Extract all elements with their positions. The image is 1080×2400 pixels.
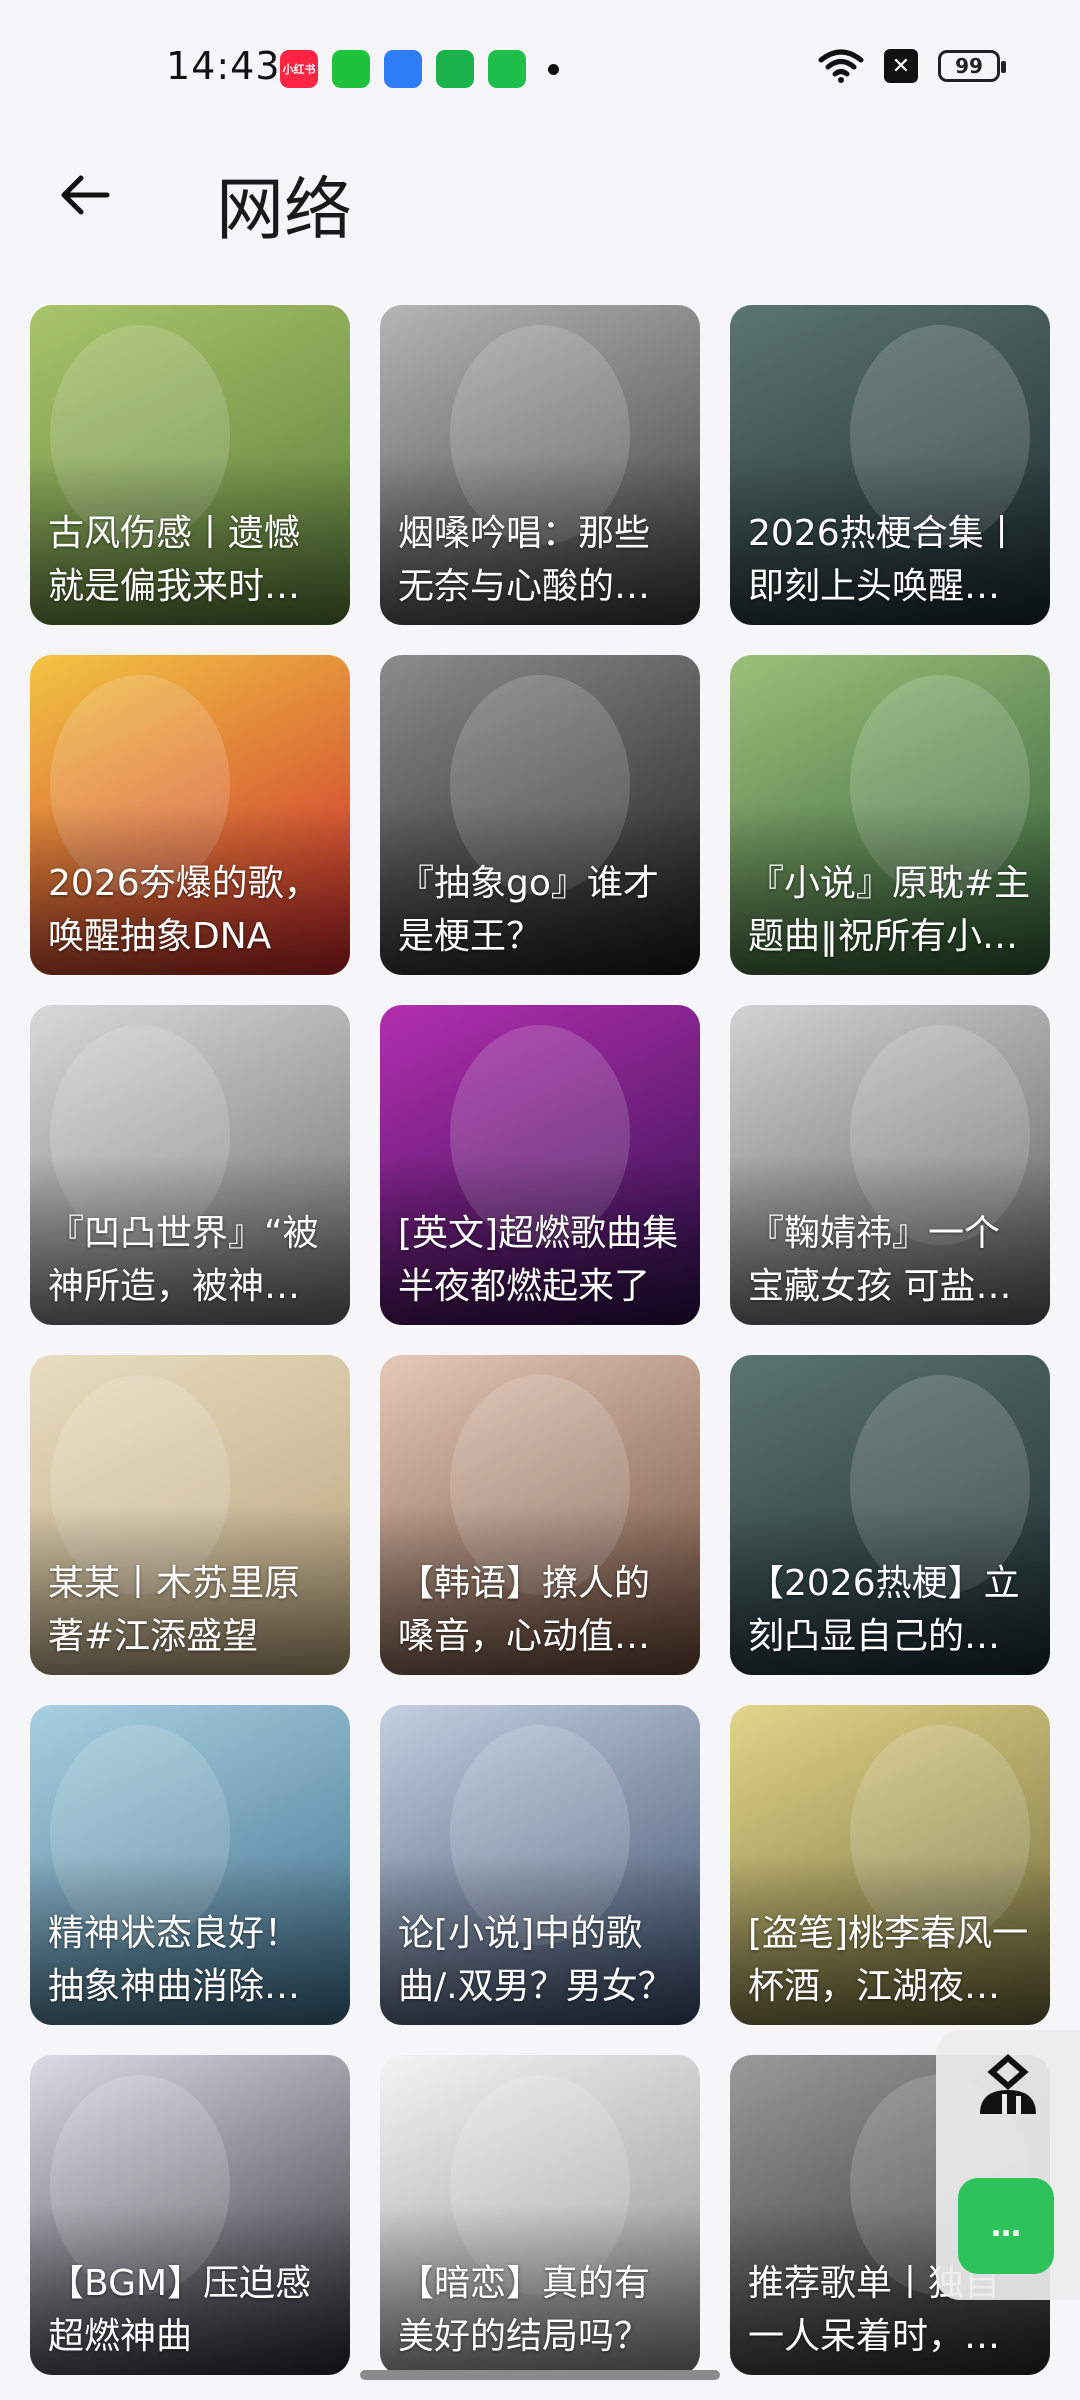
playlist-title: 【2026热梗】立刻凸显自己的抽象 [748,1563,1020,1657]
battery-level: 99 [955,54,983,78]
playlist-title: 『凹凸世界』“被神所造，被神所弃” [48,1213,319,1307]
playlist-title: 烟嗓吟唱：那些无奈与心酸的人生 [398,513,651,607]
playlist-card[interactable]: 『小说』原耽#主题曲‖祝所有小说结局圆满 [730,655,1050,975]
status-right: ✕ 99 [818,48,1006,84]
playlist-card[interactable]: [盗笔]桃李春风一杯酒，江湖夜雨十年灯 [730,1705,1050,2025]
page-title: 网络 [216,171,353,250]
playlist-title: 【韩语】撩人的嗓音，心动值拉满 [398,1563,651,1657]
floating-widget[interactable]: … [936,2030,1080,2300]
playlist-card[interactable]: 论[小说]中的歌曲/.双男？男女？ [380,1705,700,2025]
no-sim-icon: ✕ [884,49,918,83]
playlist-title: 『鞠婧祎』一个宝藏女孩 可盐可甜 [748,1213,1012,1307]
status-bar: 14:43 小红书 ✕ 99 [0,0,1080,136]
wechat-mini-icon [332,50,370,88]
xiaohongshu-icon: 小红书 [280,50,318,88]
playlist-title: 『小说』原耽#主题曲‖祝所有小说结局圆满 [748,863,1031,957]
playlist-card[interactable]: 烟嗓吟唱：那些无奈与心酸的人生 [380,305,700,625]
playlist-card[interactable]: 2026热梗合集丨即刻上头唤醒你的DNA [730,305,1050,625]
playlist-card[interactable]: 2026夯爆的歌，唤醒抽象DNA [30,655,350,975]
playlist-card[interactable]: 某某丨木苏里原著#江添盛望 [30,1355,350,1675]
playlist-title: 【暗恋】真的有美好的结局吗？ [398,2263,651,2357]
playlist-card[interactable]: 古风伤感丨遗憾就是偏我来时不逢春 [30,305,350,625]
upload-icon [436,50,474,88]
playlist-card[interactable]: 精神状态良好！抽象神曲消除烦恼 [30,1705,350,2025]
playlist-card[interactable]: 【韩语】撩人的嗓音，心动值拉满 [380,1355,700,1675]
playlist-card[interactable]: 【2026热梗】立刻凸显自己的抽象 [730,1355,1050,1675]
playlist-title: 精神状态良好！抽象神曲消除烦恼 [48,1913,301,2007]
arrow-left-icon [61,175,110,215]
header: 网络 [0,136,1080,286]
playlist-title: 2026热梗合集丨即刻上头唤醒你的DNA [748,513,1020,607]
playlist-title: 某某丨木苏里原著#江添盛望 [48,1563,301,1657]
playlist-title: 论[小说]中的歌曲/.双男？男女？ [398,1913,674,2007]
playlist-title: 【BGM】压迫感超燃神曲 [48,2263,312,2357]
playlist-title: 古风伤感丨遗憾就是偏我来时不逢春 [48,513,301,607]
more-notifications-dot [548,63,559,75]
files-icon [384,50,422,88]
wifi-icon [818,48,864,84]
shield-icon [488,50,526,88]
playlist-card[interactable]: 【暗恋】真的有美好的结局吗？ [380,2055,700,2375]
playlist-title: 2026夯爆的歌，唤醒抽象DNA [48,863,320,957]
home-indicator[interactable] [360,2370,720,2380]
back-button[interactable] [50,160,120,230]
playlist-card[interactable]: [英文]超燃歌曲集半夜都燃起来了 [380,1005,700,1325]
music-widget-button[interactable]: … [958,2178,1054,2274]
notification-icons: 小红书 [280,50,559,88]
playlist-card[interactable]: 『鞠婧祎』一个宝藏女孩 可盐可甜 [730,1005,1050,1325]
playlist-title: [英文]超燃歌曲集半夜都燃起来了 [398,1213,679,1307]
app-logo-icon [980,2054,1036,2114]
playlist-card[interactable]: 『凹凸世界』“被神所造，被神所弃” [30,1005,350,1325]
playlist-card[interactable]: 『抽象go』谁才是梗王？ [380,655,700,975]
status-time: 14:43 [166,44,281,88]
playlist-title: 『抽象go』谁才是梗王？ [398,863,659,957]
battery-icon: 99 [938,50,1006,82]
playlist-grid: 古风伤感丨遗憾就是偏我来时不逢春 烟嗓吟唱：那些无奈与心酸的人生 2026热梗合集丨… [30,305,1050,2375]
playlist-title: [盗笔]桃李春风一杯酒，江湖夜雨十年灯 [748,1913,1029,2007]
playlist-card[interactable]: 【BGM】压迫感超燃神曲 [30,2055,350,2375]
